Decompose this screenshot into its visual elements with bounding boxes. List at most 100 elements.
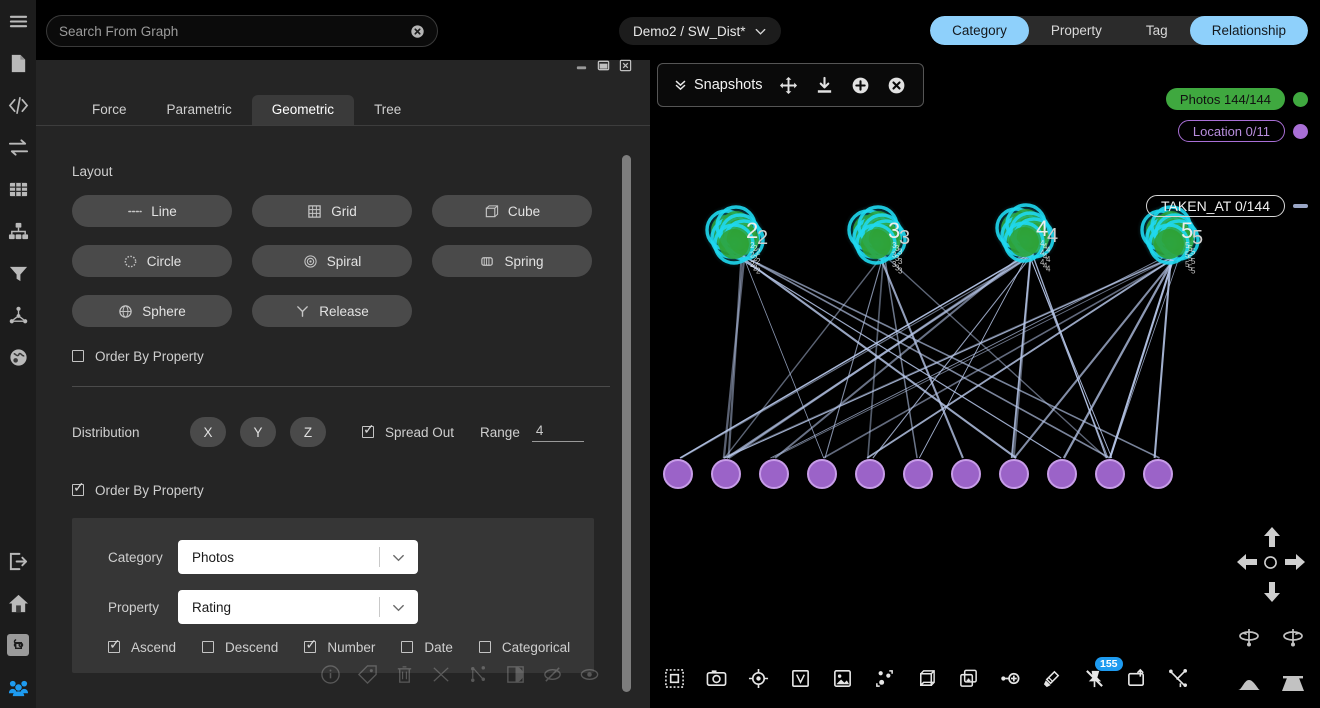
sidebar-rail[interactable] xyxy=(0,0,36,708)
right-arrow-icon[interactable] xyxy=(1284,552,1306,577)
rotate-right-icon[interactable] xyxy=(1280,625,1306,656)
eye-off-icon[interactable] xyxy=(542,664,563,690)
sidebar-item-filter[interactable] xyxy=(0,252,36,294)
axis-button-z[interactable]: Z xyxy=(290,417,326,447)
tab-geometric[interactable]: Geometric xyxy=(252,95,354,126)
tab-category[interactable]: Category xyxy=(930,16,1029,45)
legend-row[interactable]: Location 0/11 xyxy=(1166,120,1308,142)
unpin-icon[interactable]: 155 xyxy=(1082,666,1106,690)
hidden-toolbar[interactable] xyxy=(320,660,620,694)
layout-button-release[interactable]: Release xyxy=(252,295,412,327)
eye-icon[interactable] xyxy=(579,664,600,690)
legend-pill-taken-at[interactable]: TAKEN_AT 0/144 xyxy=(1146,195,1285,217)
layout-button-spiral[interactable]: Spiral xyxy=(252,245,412,277)
sidebar-item-export[interactable] xyxy=(0,540,36,582)
layout-button-circle[interactable]: Circle xyxy=(72,245,232,277)
tag-icon[interactable] xyxy=(357,664,378,690)
maximize-button[interactable] xyxy=(596,58,610,72)
sidebar-item-users[interactable] xyxy=(0,666,36,708)
tab-tag[interactable]: Tag xyxy=(1124,16,1190,45)
layout-button-sphere[interactable]: Sphere xyxy=(72,295,232,327)
flag-ascend[interactable]: ✓ Ascend xyxy=(108,640,176,655)
rotate-left-icon[interactable] xyxy=(1236,625,1262,656)
legend-pill-photos[interactable]: Photos 144/144 xyxy=(1166,88,1285,110)
legend-pill-location[interactable]: Location 0/11 xyxy=(1178,120,1285,142)
brush-icon[interactable] xyxy=(1040,666,1064,690)
sidebar-item-code[interactable] xyxy=(0,84,36,126)
property-select[interactable]: Rating xyxy=(178,590,418,624)
perspective-tall-icon[interactable] xyxy=(1280,673,1306,700)
range-input[interactable] xyxy=(532,423,584,442)
tab-property[interactable]: Property xyxy=(1029,16,1124,45)
cluster-icon[interactable] xyxy=(872,666,896,690)
target-icon[interactable] xyxy=(746,666,770,690)
center-dot-icon[interactable] xyxy=(1263,555,1278,575)
layout-button-spring[interactable]: Spring xyxy=(432,245,592,277)
scatter-icon[interactable] xyxy=(1166,666,1190,690)
cube-wire-icon[interactable] xyxy=(914,666,938,690)
graph-nodes-icon[interactable] xyxy=(468,664,489,690)
close-icon[interactable] xyxy=(887,75,907,95)
tab-force[interactable]: Force xyxy=(72,95,147,126)
image-icon[interactable] xyxy=(830,666,854,690)
duplicate-icon[interactable] xyxy=(956,666,980,690)
flag-categorical[interactable]: Categorical xyxy=(479,640,570,655)
search-bar[interactable] xyxy=(46,15,438,47)
sidebar-item-transfer[interactable] xyxy=(0,126,36,168)
flag-descend[interactable]: Descend xyxy=(202,640,278,655)
shuffle-icon[interactable] xyxy=(431,664,452,690)
axis-button-x[interactable]: X xyxy=(190,417,226,447)
sidebar-item-command[interactable] xyxy=(0,624,36,666)
sidebar-item-globe[interactable] xyxy=(0,336,36,378)
node-link-icon[interactable] xyxy=(998,666,1022,690)
sidebar-item-hierarchy[interactable] xyxy=(0,210,36,252)
layout-tabs[interactable]: Force Parametric Geometric Tree xyxy=(36,90,650,126)
snapshots-label-wrap[interactable]: Snapshots xyxy=(674,77,763,93)
axis-button-y[interactable]: Y xyxy=(240,417,276,447)
search-input[interactable] xyxy=(59,24,410,39)
rotate-controls[interactable] xyxy=(1236,625,1306,656)
layout-button-line[interactable]: Line xyxy=(72,195,232,227)
left-arrow-icon[interactable] xyxy=(1236,552,1258,577)
sidebar-item-network[interactable] xyxy=(0,294,36,336)
move-icon[interactable] xyxy=(779,75,799,95)
layout-button-grid[interactable]: Grid xyxy=(252,195,412,227)
layout-button-cube[interactable]: Cube xyxy=(432,195,592,227)
minimize-button[interactable] xyxy=(574,58,588,72)
tab-parametric[interactable]: Parametric xyxy=(147,95,252,126)
range-field[interactable]: Range xyxy=(480,423,584,442)
flag-number[interactable]: ✓ Number xyxy=(304,640,375,655)
clear-search-icon[interactable] xyxy=(410,24,425,39)
camera-icon[interactable] xyxy=(704,666,728,690)
contrast-icon[interactable] xyxy=(505,664,526,690)
flag-date[interactable]: Date xyxy=(401,640,453,655)
add-icon[interactable] xyxy=(851,75,871,95)
spread-out-checkbox[interactable]: ✓ Spread Out xyxy=(362,425,454,440)
category-select[interactable]: Photos xyxy=(178,540,418,574)
mode-tabs[interactable]: Category Property Tag Relationship xyxy=(930,16,1308,45)
snapshots-panel[interactable]: Snapshots xyxy=(657,63,924,107)
tab-tree[interactable]: Tree xyxy=(354,95,421,126)
select-box-icon[interactable] xyxy=(662,666,686,690)
download-icon[interactable] xyxy=(815,75,835,95)
sidebar-item-document[interactable] xyxy=(0,42,36,84)
up-arrow-icon[interactable] xyxy=(1262,526,1282,553)
order-by-property-checkbox-1[interactable]: Order By Property xyxy=(72,349,596,364)
project-selector[interactable]: Demo2 / SW_Dist* xyxy=(619,17,781,45)
panel-scrollbar[interactable] xyxy=(622,155,631,692)
sidebar-item-home[interactable] xyxy=(0,582,36,624)
down-arrow-icon[interactable] xyxy=(1262,581,1282,608)
trash-icon[interactable] xyxy=(394,664,415,690)
tab-relationship[interactable]: Relationship xyxy=(1190,16,1308,45)
export-box-icon[interactable] xyxy=(1124,666,1148,690)
sidebar-item-menu[interactable] xyxy=(0,0,36,42)
bottom-toolbar[interactable]: 155 xyxy=(662,660,1190,696)
crop-icon[interactable] xyxy=(788,666,812,690)
legend-row-taken-at[interactable]: TAKEN_AT 0/144 xyxy=(1146,195,1308,217)
navigation-pad[interactable] xyxy=(1236,526,1306,616)
info-icon[interactable] xyxy=(320,664,341,690)
perspective-controls[interactable] xyxy=(1236,673,1306,700)
order-by-property-checkbox-2[interactable]: ✓ Order By Property xyxy=(72,483,596,498)
sidebar-item-table[interactable] xyxy=(0,168,36,210)
perspective-flat-icon[interactable] xyxy=(1236,673,1262,700)
